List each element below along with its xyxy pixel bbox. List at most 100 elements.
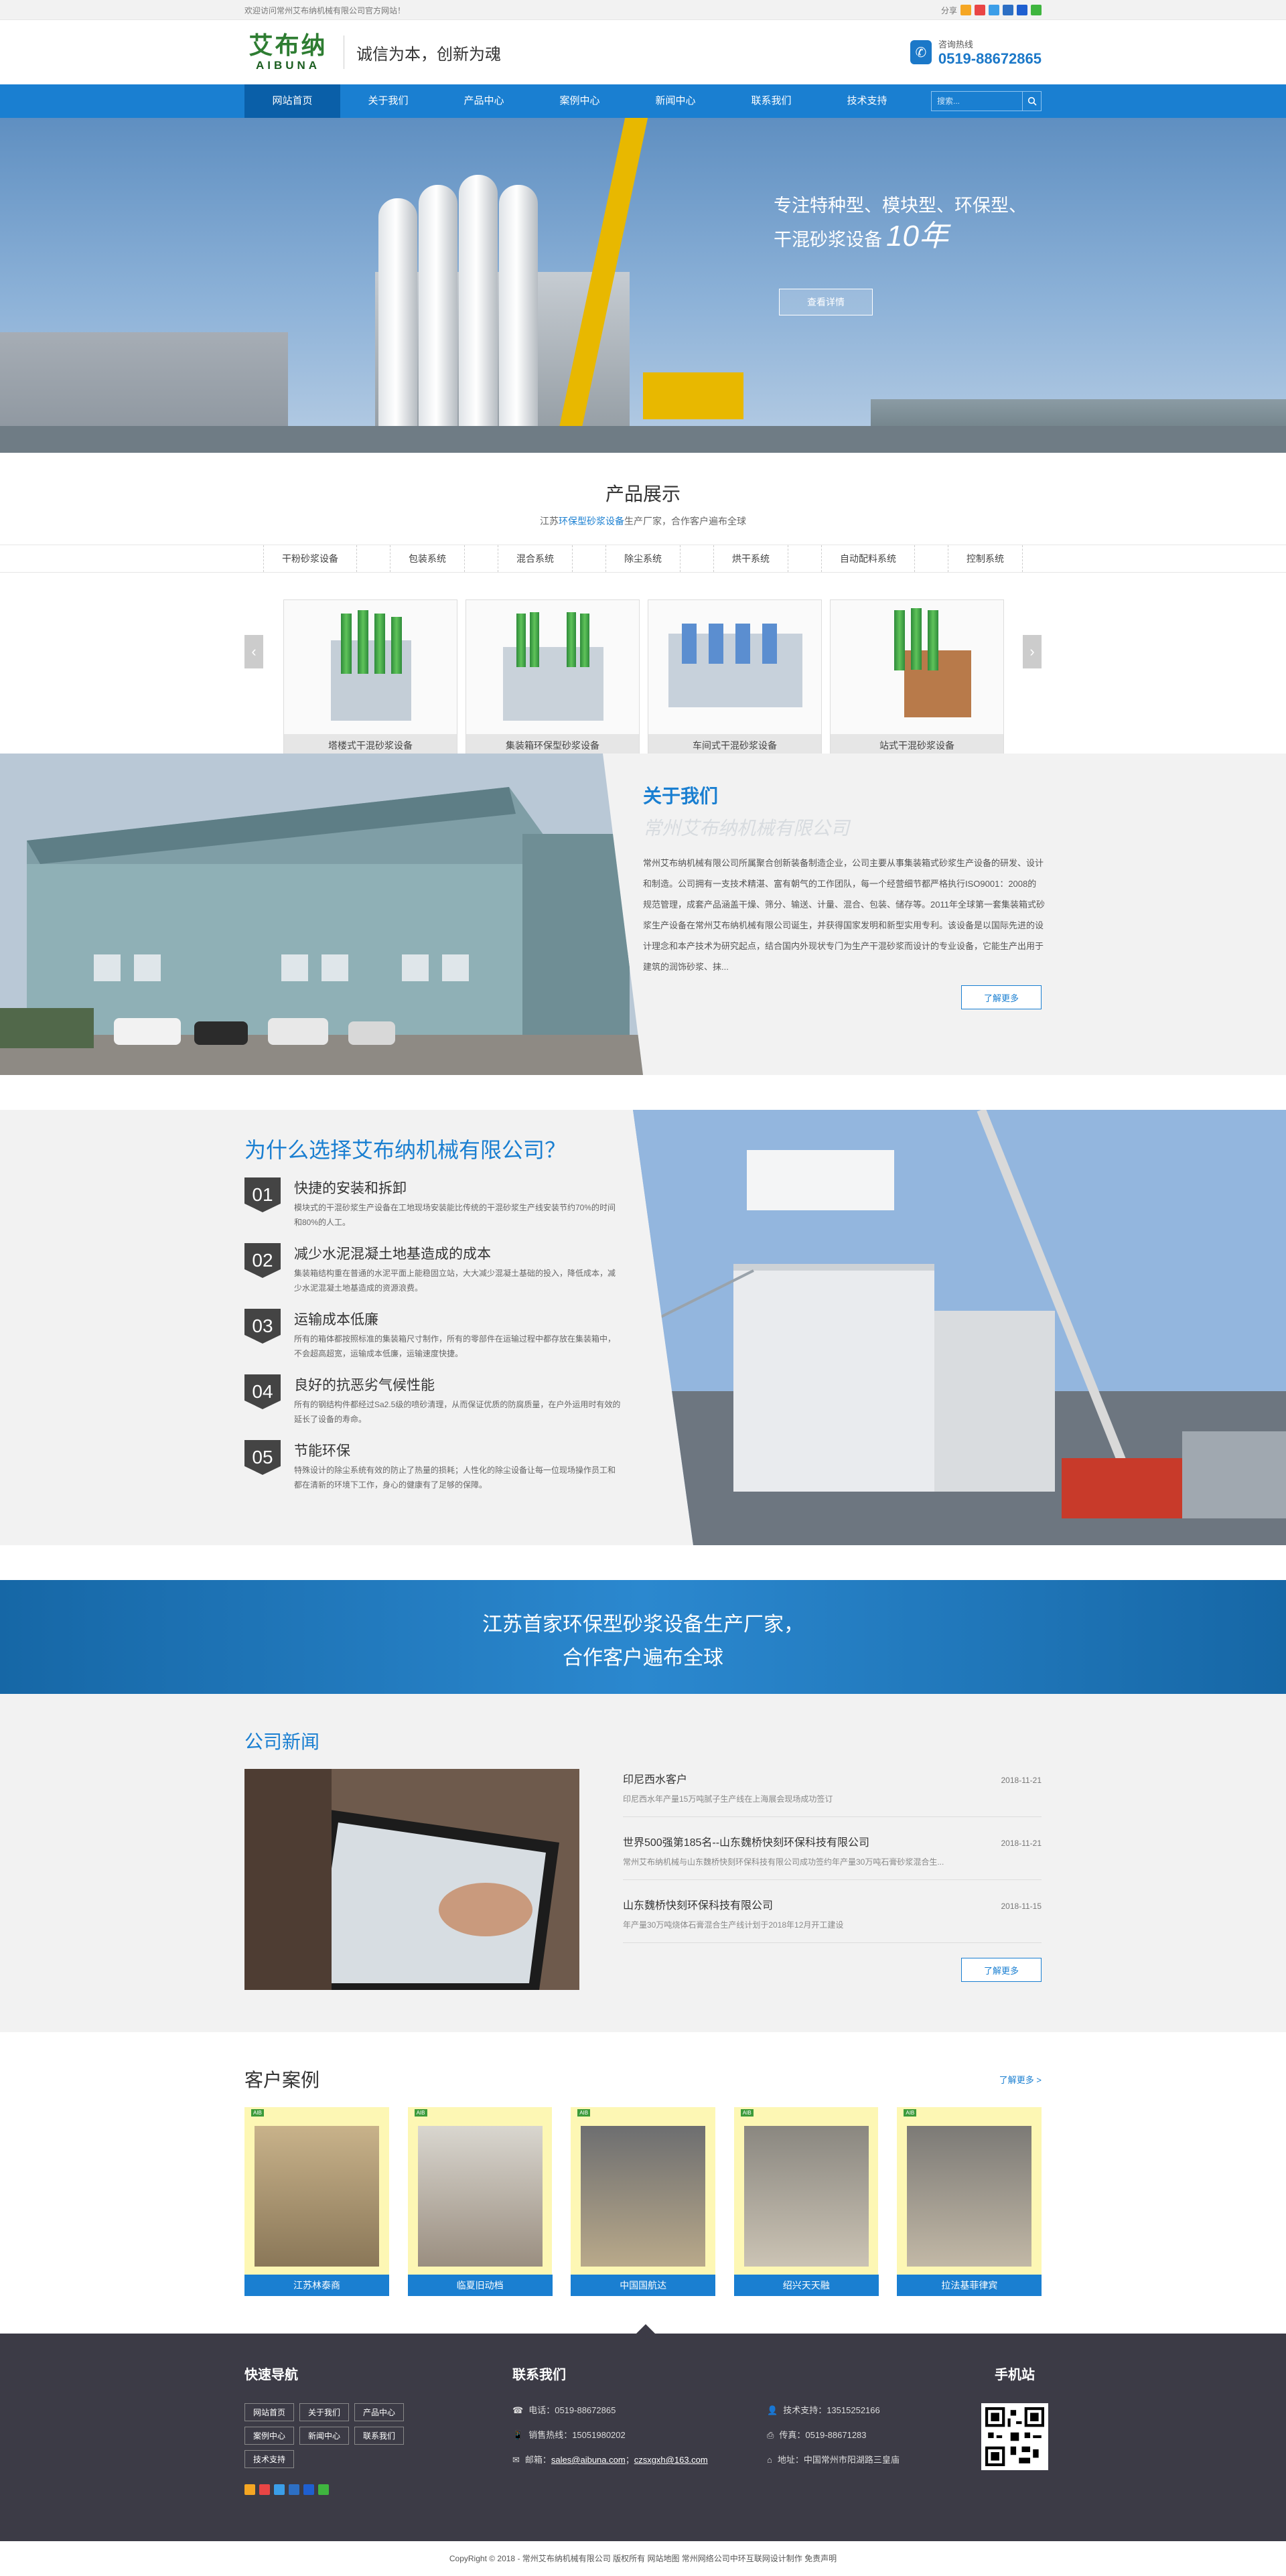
main-nav: 网站首页 关于我们 产品中心 案例中心 新闻中心 联系我们 技术支持 bbox=[0, 84, 1286, 118]
product-card[interactable]: 车间式干混砂浆设备 bbox=[648, 599, 822, 758]
renren-icon[interactable] bbox=[289, 2484, 299, 2495]
email-separator: ； bbox=[625, 2455, 634, 2465]
search-input[interactable] bbox=[932, 92, 1022, 111]
news-item[interactable]: 印尼西水客户 2018-11-21 印尼西水年产量15万吨腻子生产线在上海展会现… bbox=[623, 1769, 1042, 1817]
mail-icon: ✉ bbox=[512, 2455, 520, 2465]
banner-detail-button[interactable]: 查看详情 bbox=[779, 289, 873, 315]
footer-link-about[interactable]: 关于我们 bbox=[299, 2403, 350, 2421]
products-subtitle-pre: 江苏 bbox=[540, 516, 559, 526]
footer-link-cases[interactable]: 案例中心 bbox=[244, 2427, 295, 2445]
news-title: 公司新闻 bbox=[244, 1731, 320, 1752]
case-caption: 绍兴天天融 bbox=[733, 2275, 879, 2296]
email-link-1[interactable]: sales@aibuna.com bbox=[551, 2455, 626, 2465]
wechat-icon[interactable] bbox=[1031, 5, 1042, 15]
email-link-2[interactable]: czsxgxh@163.com bbox=[634, 2455, 708, 2465]
slogan-band: 江苏首家环保型砂浆设备生产厂家， 合作客户遍布全球 bbox=[0, 1580, 1286, 1694]
baidu-icon[interactable] bbox=[303, 2484, 314, 2495]
renren-icon[interactable] bbox=[1003, 5, 1013, 15]
fax-value: 0519-88671283 bbox=[805, 2430, 867, 2440]
tab-packaging[interactable]: 包装系统 bbox=[390, 545, 465, 572]
case-card[interactable]: AIB 中国国航达 bbox=[571, 2107, 716, 2296]
news-item[interactable]: 山东魏桥快刻环保科技有限公司 2018-11-15 年产量30万吨烧体石膏混合生… bbox=[623, 1895, 1042, 1943]
band-line1: 江苏首家环保型砂浆设备生产厂家， bbox=[482, 1614, 804, 1636]
product-card[interactable]: 塔楼式干混砂浆设备 bbox=[283, 599, 457, 758]
carousel-prev-arrow[interactable]: ‹ bbox=[244, 635, 263, 668]
footer-link-news[interactable]: 新闻中心 bbox=[299, 2427, 350, 2445]
nav-news[interactable]: 新闻中心 bbox=[628, 84, 723, 118]
case-tag: AIB bbox=[740, 2109, 754, 2117]
footer-link-home[interactable]: 网站首页 bbox=[244, 2403, 295, 2421]
news-image[interactable] bbox=[244, 1769, 579, 1990]
nav-cases[interactable]: 案例中心 bbox=[532, 84, 628, 118]
footer-link-products[interactable]: 产品中心 bbox=[354, 2403, 405, 2421]
tencent-weibo-icon[interactable] bbox=[989, 5, 999, 15]
tab-drying[interactable]: 烘干系统 bbox=[713, 545, 788, 572]
why-item-title: 减少水泥混凝土地基造成的成本 bbox=[294, 1246, 491, 1262]
banner-silo bbox=[378, 198, 417, 453]
footer-link-contact[interactable]: 联系我们 bbox=[354, 2427, 405, 2445]
news-item-title[interactable]: 山东魏桥快刻环保科技有限公司 bbox=[623, 1896, 773, 1912]
factory-illustration bbox=[0, 754, 643, 1075]
tab-dry-mortar[interactable]: 干粉砂浆设备 bbox=[263, 545, 357, 572]
banner-line2-text: 干混砂浆设备 bbox=[774, 230, 882, 250]
tab-control[interactable]: 控制系统 bbox=[948, 545, 1023, 572]
footer-link-support[interactable]: 技术支持 bbox=[244, 2450, 295, 2468]
case-caption: 拉法基菲律宾 bbox=[897, 2275, 1042, 2296]
footer-mobile: 手机站 bbox=[981, 2364, 1048, 2495]
banner-text: 专注特种型、模块型、环保型、 干混砂浆设备 10年 查看详情 bbox=[774, 190, 1027, 315]
logo-cn: 艾布纳 bbox=[248, 31, 328, 60]
footer-pointer bbox=[636, 2324, 655, 2334]
why-item: 03 运输成本低廉 所有的箱体都按照标准的集装箱尺寸制作，所有的零部件在运输过程… bbox=[244, 1309, 633, 1361]
sina-weibo-icon[interactable] bbox=[975, 5, 985, 15]
nav-home[interactable]: 网站首页 bbox=[244, 84, 340, 118]
product-card[interactable]: 集装箱环保型砂浆设备 bbox=[466, 599, 640, 758]
qzone-icon[interactable] bbox=[960, 5, 971, 15]
banner-silo bbox=[499, 185, 538, 453]
nav-contact[interactable]: 联系我们 bbox=[723, 84, 819, 118]
footer-tech: 👤 技术支持：13515252166 bbox=[767, 2403, 981, 2416]
cases-more-link[interactable]: 了解更多 > bbox=[999, 2073, 1042, 2086]
tab-dust[interactable]: 除尘系统 bbox=[605, 545, 681, 572]
products-section: 产品展示 江苏环保型砂浆设备生产厂家，合作客户遍布全球 干粉砂浆设备 包装系统 … bbox=[0, 453, 1286, 758]
why-item-title: 良好的抗恶劣气候性能 bbox=[294, 1378, 435, 1393]
about-more-button[interactable]: 了解更多 bbox=[961, 985, 1042, 1009]
search-button[interactable] bbox=[1022, 92, 1041, 111]
product-card[interactable]: 站式干混砂浆设备 bbox=[830, 599, 1004, 758]
case-caption: 临夏旧动档 bbox=[407, 2275, 553, 2296]
wechat-icon[interactable] bbox=[318, 2484, 329, 2495]
news-item-title[interactable]: 世界500强第185名--山东魏桥快刻环保科技有限公司 bbox=[623, 1833, 869, 1849]
share-bar: 分享 bbox=[941, 5, 1042, 16]
footer-nav-title: 快速导航 bbox=[244, 2368, 298, 2382]
why-item-title: 运输成本低廉 bbox=[294, 1312, 378, 1328]
product-image bbox=[284, 600, 457, 734]
nav-about[interactable]: 关于我们 bbox=[340, 84, 436, 118]
case-card[interactable]: AIB 江苏林泰商 bbox=[244, 2107, 389, 2296]
qr-code-icon bbox=[985, 2407, 1044, 2466]
case-card[interactable]: AIB 临夏旧动档 bbox=[407, 2107, 553, 2296]
case-card[interactable]: AIB 绍兴天天融 bbox=[733, 2107, 879, 2296]
tab-mixing[interactable]: 混合系统 bbox=[498, 545, 573, 572]
nav-support[interactable]: 技术支持 bbox=[819, 84, 915, 118]
footer-sales: 📱 销售热线：15051980202 bbox=[512, 2428, 767, 2441]
sina-weibo-icon[interactable] bbox=[259, 2484, 270, 2495]
tablet-illustration bbox=[244, 1769, 579, 1990]
news-more-button[interactable]: 了解更多 bbox=[961, 1958, 1042, 1982]
nav-products[interactable]: 产品中心 bbox=[436, 84, 532, 118]
footer-phone: ☎ 电话：0519-88672865 bbox=[512, 2403, 767, 2416]
why-section: 为什么选择艾布纳机械有限公司？ 01 快捷的安装和拆卸 模块式的干混砂浆生产设备… bbox=[0, 1110, 1286, 1545]
about-section: 关于我们 常州艾布纳机械有限公司 常州艾布纳机械有限公司所属聚合创新装备制造企业… bbox=[0, 754, 1286, 1075]
baidu-icon[interactable] bbox=[1017, 5, 1027, 15]
cases-section: 客户案例 了解更多 > AIB 江苏林泰商 AIB 临夏旧动档 AIB 中国国航… bbox=[0, 2032, 1286, 2334]
qzone-icon[interactable] bbox=[244, 2484, 255, 2495]
product-image bbox=[648, 600, 821, 734]
sales-value: 15051980202 bbox=[572, 2430, 626, 2440]
news-item-title[interactable]: 印尼西水客户 bbox=[623, 1770, 687, 1786]
tencent-weibo-icon[interactable] bbox=[274, 2484, 285, 2495]
case-card[interactable]: AIB 拉法基菲律宾 bbox=[897, 2107, 1042, 2296]
news-item[interactable]: 世界500强第185名--山东魏桥快刻环保科技有限公司 2018-11-21 常… bbox=[623, 1832, 1042, 1880]
logo[interactable]: 艾布纳 AIBUNA bbox=[244, 32, 332, 72]
hero-banner: 专注特种型、模块型、环保型、 干混砂浆设备 10年 查看详情 bbox=[0, 118, 1286, 453]
why-item: 04 良好的抗恶劣气候性能 所有的钢结构件都经过Sa2.5级的喷砂清理，从而保证… bbox=[244, 1374, 633, 1427]
carousel-next-arrow[interactable]: › bbox=[1023, 635, 1042, 668]
tab-batching[interactable]: 自动配料系统 bbox=[821, 545, 915, 572]
